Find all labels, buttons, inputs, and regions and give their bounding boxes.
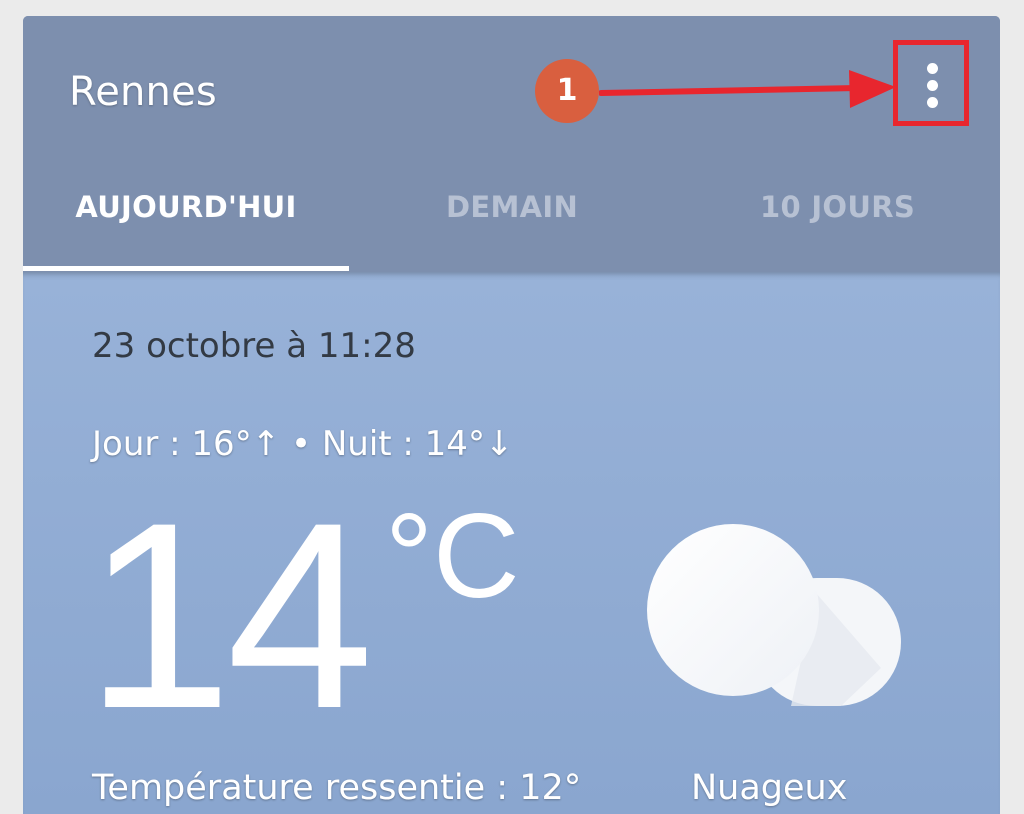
annotation-highlight-box xyxy=(893,40,969,126)
tab-10-days[interactable]: 10 JOURS xyxy=(675,166,1000,272)
cloud-icon xyxy=(647,524,901,706)
tab-bar: AUJOURD'HUI DEMAIN 10 JOURS xyxy=(23,166,1000,272)
weather-body: 23 octobre à 11:28 Jour : 16°↑ • Nuit : … xyxy=(23,272,1000,814)
annotation-arrow-icon xyxy=(599,70,896,108)
weather-condition: Nuageux xyxy=(691,768,848,808)
day-night-temperatures: Jour : 16°↑ • Nuit : 14°↓ xyxy=(92,424,514,464)
tab-selected-indicator xyxy=(23,266,349,271)
app-header: Rennes 1 AUJOURD'HUI DEMAIN 10 JOURS xyxy=(23,16,1000,272)
annotation-step-badge: 1 xyxy=(535,59,599,123)
observation-datetime: 23 octobre à 11:28 xyxy=(92,326,416,366)
tab-today[interactable]: AUJOURD'HUI xyxy=(23,166,349,272)
feels-like-temperature: Température ressentie : 12° xyxy=(92,768,582,808)
temperature-unit: °C xyxy=(385,489,520,623)
weather-card: Rennes 1 AUJOURD'HUI DEMAIN 10 JOURS 23 … xyxy=(23,16,1000,814)
current-temperature: 14 xyxy=(85,468,374,764)
city-title: Rennes xyxy=(69,69,217,115)
tab-tomorrow[interactable]: DEMAIN xyxy=(349,166,675,272)
